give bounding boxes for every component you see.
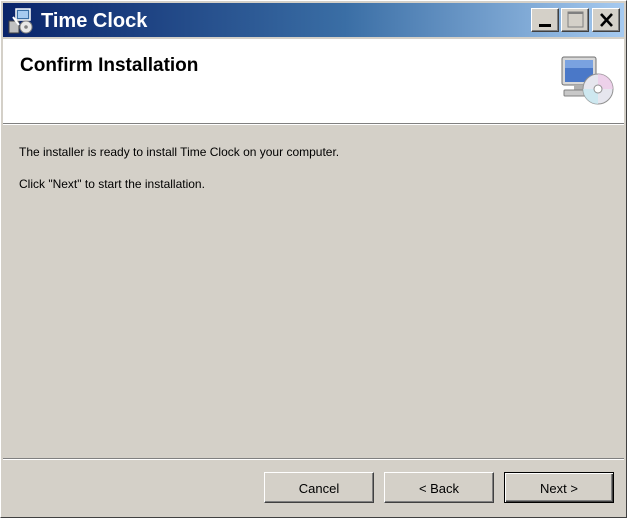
ready-message: The installer is ready to install Time C… <box>19 145 340 159</box>
wizard-header: Confirm Installation <box>3 39 624 124</box>
footer-divider-highlight <box>3 459 624 460</box>
minimize-icon <box>539 24 551 27</box>
cancel-button[interactable]: Cancel <box>264 472 374 503</box>
installer-icon <box>7 7 35 35</box>
page-title: Confirm Installation <box>20 55 199 76</box>
header-divider <box>3 124 624 125</box>
next-button[interactable]: Next > <box>504 472 614 503</box>
instruction-message: Click "Next" to start the installation. <box>19 177 205 191</box>
back-button[interactable]: < Back <box>384 472 494 503</box>
maximize-icon <box>567 11 584 28</box>
computer-cd-icon <box>556 53 616 109</box>
window-title: Time Clock <box>41 10 148 32</box>
minimize-button[interactable] <box>531 8 559 32</box>
maximize-button[interactable] <box>561 8 589 32</box>
installer-window: Time Clock Confirm Installation The inst… <box>0 0 627 518</box>
close-button[interactable] <box>592 8 620 32</box>
close-icon <box>600 13 613 27</box>
title-bar[interactable]: Time Clock <box>3 3 624 37</box>
